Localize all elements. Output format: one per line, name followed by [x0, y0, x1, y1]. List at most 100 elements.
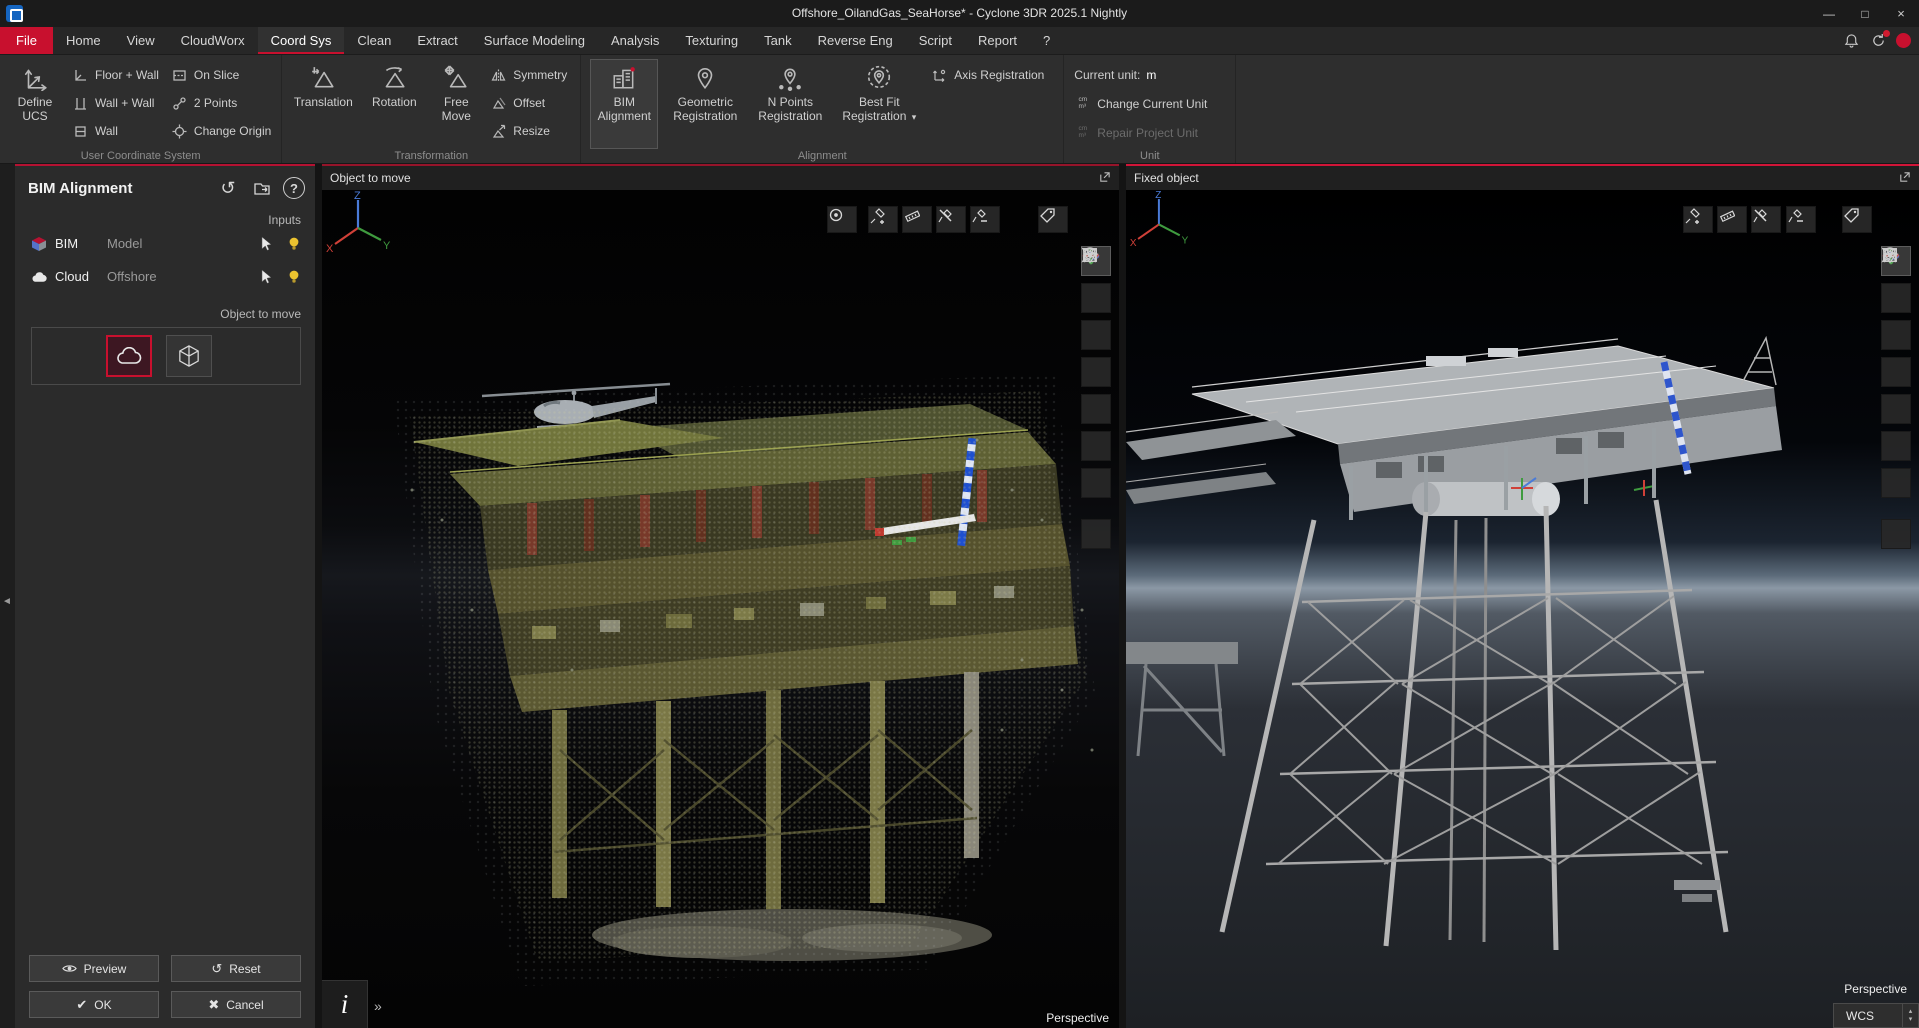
info-button[interactable]: i — [322, 980, 368, 1028]
move-model-toggle[interactable] — [166, 335, 212, 377]
annotation-clear-button[interactable] — [970, 206, 1000, 233]
bim-alignment-button[interactable]: BIM Alignment — [591, 60, 657, 148]
fit-view-button[interactable] — [1881, 283, 1911, 313]
link-views-button[interactable] — [1081, 519, 1111, 549]
offset-button[interactable]: Offset — [490, 90, 570, 116]
best-fit-registration-button[interactable]: Best Fit Registration ▾ — [839, 60, 919, 148]
app-icon[interactable] — [6, 5, 23, 22]
wall-button[interactable]: Wall — [72, 118, 159, 144]
tab-cloudworx[interactable]: CloudWorx — [168, 27, 258, 54]
axis-registration-button[interactable]: Axis Registration — [931, 62, 1053, 88]
reset-defaults-icon[interactable]: ↺ — [215, 175, 241, 201]
look-at-button[interactable] — [1081, 394, 1111, 424]
popout-icon[interactable] — [1098, 170, 1111, 186]
first-person-button[interactable] — [1881, 320, 1911, 350]
sync-badge — [1883, 30, 1890, 37]
geometric-registration-button[interactable]: Geometric Registration — [669, 60, 741, 148]
best-fit-text: Best Fit Registration — [842, 95, 906, 123]
spinner-down-icon[interactable]: ▾ — [1909, 1016, 1913, 1024]
notifications-bell-icon[interactable] — [1842, 32, 1860, 50]
n-points-registration-button[interactable]: N Points Registration — [753, 60, 827, 148]
ribbon-group-unit: Current unit: m cmm³ Change Current Unit… — [1064, 55, 1236, 163]
rotation-icon — [379, 63, 409, 93]
preview-button[interactable]: Preview — [29, 955, 159, 982]
flip-view-button[interactable] — [1081, 468, 1111, 498]
reset-button[interactable]: ↺ Reset — [171, 955, 301, 982]
tab-tank[interactable]: Tank — [751, 27, 804, 54]
target-circle-button[interactable] — [827, 206, 857, 233]
free-move-button[interactable]: Free Move — [434, 60, 478, 148]
flip-view-button[interactable] — [1881, 468, 1911, 498]
tab-help[interactable]: ? — [1030, 27, 1063, 54]
first-person-button[interactable] — [1081, 320, 1111, 350]
tag-button[interactable] — [1038, 206, 1068, 233]
slice-view-button[interactable] — [1881, 431, 1911, 461]
tab-coord-sys[interactable]: Coord Sys — [258, 27, 345, 54]
close-button[interactable]: × — [1883, 0, 1919, 27]
tab-texturing[interactable]: Texturing — [672, 27, 751, 54]
add-annotation-button[interactable] — [868, 206, 898, 233]
change-current-unit-button[interactable]: cmm³ Change Current Unit — [1074, 91, 1225, 117]
wcs-spinner[interactable]: ▴ ▾ — [1902, 1004, 1918, 1027]
define-ucs-icon — [20, 63, 50, 93]
annotation-clear-button[interactable] — [1786, 206, 1816, 233]
tag-button[interactable] — [1842, 206, 1872, 233]
symmetry-button[interactable]: Symmetry — [490, 62, 570, 88]
wall-wall-button[interactable]: Wall + Wall — [72, 90, 159, 116]
tab-clean[interactable]: Clean — [344, 27, 404, 54]
visibility-bulb-icon[interactable] — [287, 236, 301, 251]
tab-report[interactable]: Report — [965, 27, 1030, 54]
expand-info-arrow[interactable]: » — [374, 998, 382, 1014]
pick-cursor-icon[interactable] — [260, 236, 273, 251]
maximize-button[interactable]: □ — [1847, 0, 1883, 27]
wall-wall-label: Wall + Wall — [95, 96, 154, 110]
measure-annotation-button[interactable] — [1717, 206, 1747, 233]
help-icon[interactable]: ? — [283, 177, 305, 199]
spinner-up-icon[interactable]: ▴ — [1909, 1008, 1913, 1016]
export-panel-icon[interactable] — [249, 175, 275, 201]
tab-home[interactable]: Home — [53, 27, 114, 54]
annotation-off-button[interactable] — [936, 206, 966, 233]
look-at-button[interactable] — [1881, 394, 1911, 424]
minimize-button[interactable]: — — [1811, 0, 1847, 27]
tab-reverse-eng[interactable]: Reverse Eng — [805, 27, 906, 54]
link-views-button[interactable] — [1881, 519, 1911, 549]
tab-surface-modeling[interactable]: Surface Modeling — [471, 27, 598, 54]
ok-button[interactable]: ✔ OK — [29, 991, 159, 1018]
change-origin-button[interactable]: Change Origin — [171, 118, 271, 144]
define-ucs-button[interactable]: Define UCS — [10, 60, 60, 148]
move-cloud-toggle[interactable] — [106, 335, 152, 377]
cancel-button[interactable]: ✖ Cancel — [171, 991, 301, 1018]
current-unit-value: m — [1146, 68, 1156, 82]
resize-label: Resize — [513, 124, 550, 138]
measure-annotation-button[interactable] — [902, 206, 932, 233]
rotation-button[interactable]: Rotation — [366, 60, 422, 148]
tab-extract[interactable]: Extract — [404, 27, 470, 54]
two-points-button[interactable]: 2 Points — [171, 90, 271, 116]
left-3d-canvas[interactable]: i » Z X Y Perspective — [322, 190, 1119, 1028]
annotation-off-button[interactable] — [1751, 206, 1781, 233]
fly-mode-button[interactable] — [1881, 357, 1911, 387]
right-3d-canvas[interactable]: Z X Y Perspective WCS ▴ ▾ — [1126, 190, 1919, 1028]
slice-view-button[interactable] — [1081, 431, 1111, 461]
floor-wall-button[interactable]: Floor + Wall — [72, 62, 159, 88]
tab-script[interactable]: Script — [906, 27, 965, 54]
current-unit-label: Current unit: — [1074, 68, 1140, 82]
repair-project-unit-button[interactable]: cmm³ Repair Project Unit — [1074, 120, 1225, 146]
notification-badge[interactable] — [1896, 33, 1911, 48]
on-slice-button[interactable]: On Slice — [171, 62, 271, 88]
pick-cursor-icon[interactable] — [260, 269, 273, 284]
resize-button[interactable]: Resize — [490, 118, 570, 144]
tab-view[interactable]: View — [114, 27, 168, 54]
visibility-bulb-icon[interactable] — [287, 269, 301, 284]
popout-icon[interactable] — [1898, 170, 1911, 186]
add-annotation-button[interactable] — [1683, 206, 1713, 233]
collapse-panel-arrow[interactable]: ◄ — [2, 596, 12, 607]
fly-mode-button[interactable] — [1081, 357, 1111, 387]
wcs-selector[interactable]: WCS ▴ ▾ — [1833, 1003, 1919, 1028]
tab-analysis[interactable]: Analysis — [598, 27, 672, 54]
tab-file[interactable]: File — [0, 27, 53, 54]
translation-button[interactable]: Translation — [292, 60, 354, 148]
sync-icon[interactable] — [1869, 32, 1887, 50]
fit-view-button[interactable] — [1081, 283, 1111, 313]
